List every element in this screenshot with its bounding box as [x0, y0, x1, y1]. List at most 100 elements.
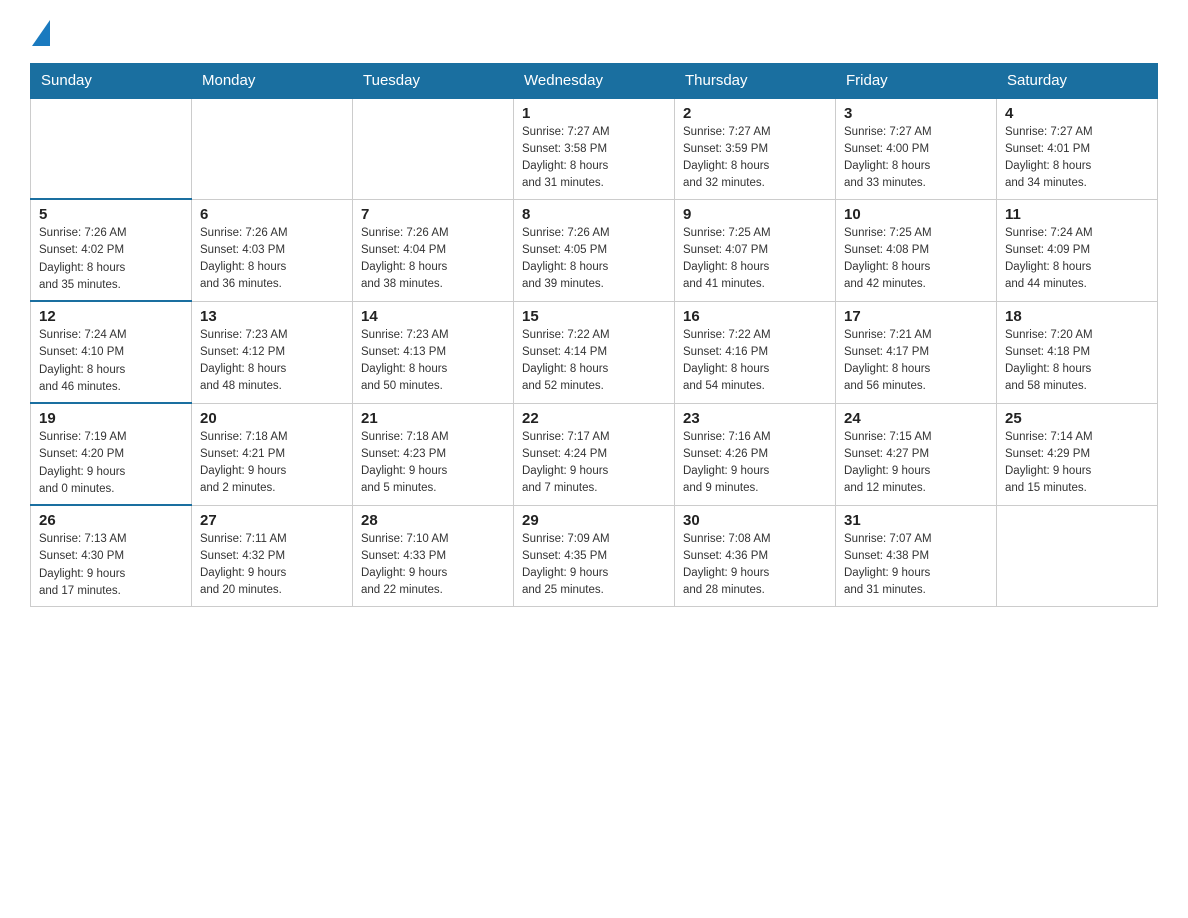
day-info: Sunrise: 7:18 AMSunset: 4:23 PMDaylight:…: [361, 429, 505, 498]
day-cell: 7 Sunrise: 7:26 AMSunset: 4:04 PMDaylight…: [353, 199, 514, 301]
day-info: Sunrise: 7:10 AMSunset: 4:33 PMDaylight:…: [361, 531, 505, 600]
day-cell: 19 Sunrise: 7:19 AMSunset: 4:20 PMDayligh…: [31, 403, 192, 505]
day-info: Sunrise: 7:26 AMSunset: 4:02 PMDaylight:…: [39, 225, 183, 294]
day-number: 1: [522, 105, 666, 122]
day-cell: 3Sunrise: 7:27 AMSunset: 4:00 PMDaylight…: [836, 98, 997, 199]
day-info: Sunrise: 7:26 AMSunset: 4:04 PMDaylight:…: [361, 225, 505, 294]
header-tuesday: Tuesday: [353, 64, 514, 99]
calendar-header-row: SundayMondayTuesdayWednesdayThursdayFrid…: [31, 64, 1158, 99]
day-cell: 9 Sunrise: 7:25 AMSunset: 4:07 PMDaylight…: [675, 199, 836, 301]
day-number: 19: [39, 410, 183, 427]
day-cell: 28 Sunrise: 7:10 AMSunset: 4:33 PMDayligh…: [353, 505, 514, 607]
day-info: Sunrise: 7:23 AMSunset: 4:12 PMDaylight:…: [200, 327, 344, 396]
logo: [30, 20, 50, 53]
day-info: Sunrise: 7:17 AMSunset: 4:24 PMDaylight:…: [522, 429, 666, 498]
day-cell: 2Sunrise: 7:27 AMSunset: 3:59 PMDaylight…: [675, 98, 836, 199]
day-number: 26: [39, 512, 183, 529]
day-cell: 14Sunrise: 7:23 AMSunset: 4:13 PMDayligh…: [353, 301, 514, 403]
calendar-table: SundayMondayTuesdayWednesdayThursdayFrid…: [30, 63, 1158, 607]
day-cell: 12 Sunrise: 7:24 AMSunset: 4:10 PMDayligh…: [31, 301, 192, 403]
day-cell: 15 Sunrise: 7:22 AMSunset: 4:14 PMDayligh…: [514, 301, 675, 403]
day-cell: 31 Sunrise: 7:07 AMSunset: 4:38 PMDayligh…: [836, 505, 997, 607]
day-cell: 26 Sunrise: 7:13 AMSunset: 4:30 PMDayligh…: [31, 505, 192, 607]
day-info: Sunrise: 7:22 AMSunset: 4:16 PMDaylight:…: [683, 327, 827, 396]
day-number: 24: [844, 410, 988, 427]
week-row-1: 1 Sunrise: 7:27 AMSunset: 3:58 PMDaylight…: [31, 98, 1158, 199]
day-number: 22: [522, 410, 666, 427]
day-number: 28: [361, 512, 505, 529]
day-info: Sunrise: 7:14 AMSunset: 4:29 PMDaylight:…: [1005, 429, 1149, 498]
day-cell: 23Sunrise: 7:16 AMSunset: 4:26 PMDayligh…: [675, 403, 836, 505]
day-number: 25: [1005, 410, 1149, 427]
week-row-4: 19 Sunrise: 7:19 AMSunset: 4:20 PMDayligh…: [31, 403, 1158, 505]
day-number: 11: [1005, 206, 1149, 223]
day-info: Sunrise: 7:21 AMSunset: 4:17 PMDaylight:…: [844, 327, 988, 396]
day-cell: 25 Sunrise: 7:14 AMSunset: 4:29 PMDayligh…: [997, 403, 1158, 505]
day-cell: 10 Sunrise: 7:25 AMSunset: 4:08 PMDayligh…: [836, 199, 997, 301]
day-info: Sunrise: 7:18 AMSunset: 4:21 PMDaylight:…: [200, 429, 344, 498]
day-number: 29: [522, 512, 666, 529]
day-info: Sunrise: 7:27 AMSunset: 3:58 PMDaylight:…: [522, 124, 666, 193]
day-cell: 17Sunrise: 7:21 AMSunset: 4:17 PMDayligh…: [836, 301, 997, 403]
day-number: 4: [1005, 105, 1149, 122]
day-number: 13: [200, 308, 344, 325]
day-info: Sunrise: 7:27 AMSunset: 3:59 PMDaylight:…: [683, 124, 827, 193]
day-cell: 21 Sunrise: 7:18 AMSunset: 4:23 PMDayligh…: [353, 403, 514, 505]
header-wednesday: Wednesday: [514, 64, 675, 99]
day-number: 31: [844, 512, 988, 529]
day-cell: 8Sunrise: 7:26 AMSunset: 4:05 PMDaylight…: [514, 199, 675, 301]
day-cell: 5Sunrise: 7:26 AMSunset: 4:02 PMDaylight…: [31, 199, 192, 301]
day-info: Sunrise: 7:20 AMSunset: 4:18 PMDaylight:…: [1005, 327, 1149, 396]
day-cell: 29 Sunrise: 7:09 AMSunset: 4:35 PMDayligh…: [514, 505, 675, 607]
day-number: 10: [844, 206, 988, 223]
day-number: 16: [683, 308, 827, 325]
day-info: Sunrise: 7:25 AMSunset: 4:07 PMDaylight:…: [683, 225, 827, 294]
day-cell: 22 Sunrise: 7:17 AMSunset: 4:24 PMDayligh…: [514, 403, 675, 505]
day-cell: 6 Sunrise: 7:26 AMSunset: 4:03 PMDaylight…: [192, 199, 353, 301]
day-number: 6: [200, 206, 344, 223]
day-cell: 16 Sunrise: 7:22 AMSunset: 4:16 PMDayligh…: [675, 301, 836, 403]
header-sunday: Sunday: [31, 64, 192, 99]
day-number: 27: [200, 512, 344, 529]
day-info: Sunrise: 7:09 AMSunset: 4:35 PMDaylight:…: [522, 531, 666, 600]
day-info: Sunrise: 7:13 AMSunset: 4:30 PMDaylight:…: [39, 531, 183, 600]
header-friday: Friday: [836, 64, 997, 99]
day-info: Sunrise: 7:26 AMSunset: 4:05 PMDaylight:…: [522, 225, 666, 294]
day-info: Sunrise: 7:08 AMSunset: 4:36 PMDaylight:…: [683, 531, 827, 600]
day-cell: 20 Sunrise: 7:18 AMSunset: 4:21 PMDayligh…: [192, 403, 353, 505]
week-row-2: 5Sunrise: 7:26 AMSunset: 4:02 PMDaylight…: [31, 199, 1158, 301]
day-number: 15: [522, 308, 666, 325]
day-info: Sunrise: 7:24 AMSunset: 4:10 PMDaylight:…: [39, 327, 183, 396]
day-number: 18: [1005, 308, 1149, 325]
day-info: Sunrise: 7:22 AMSunset: 4:14 PMDaylight:…: [522, 327, 666, 396]
day-number: 21: [361, 410, 505, 427]
week-row-3: 12 Sunrise: 7:24 AMSunset: 4:10 PMDayligh…: [31, 301, 1158, 403]
day-cell: [31, 98, 192, 199]
day-info: Sunrise: 7:26 AMSunset: 4:03 PMDaylight:…: [200, 225, 344, 294]
day-cell: 18 Sunrise: 7:20 AMSunset: 4:18 PMDayligh…: [997, 301, 1158, 403]
day-cell: 27 Sunrise: 7:11 AMSunset: 4:32 PMDayligh…: [192, 505, 353, 607]
day-number: 20: [200, 410, 344, 427]
day-cell: 24Sunrise: 7:15 AMSunset: 4:27 PMDayligh…: [836, 403, 997, 505]
header: [30, 20, 1158, 53]
day-number: 12: [39, 308, 183, 325]
day-info: Sunrise: 7:23 AMSunset: 4:13 PMDaylight:…: [361, 327, 505, 396]
day-info: Sunrise: 7:11 AMSunset: 4:32 PMDaylight:…: [200, 531, 344, 600]
day-info: Sunrise: 7:25 AMSunset: 4:08 PMDaylight:…: [844, 225, 988, 294]
week-row-5: 26 Sunrise: 7:13 AMSunset: 4:30 PMDayligh…: [31, 505, 1158, 607]
day-info: Sunrise: 7:19 AMSunset: 4:20 PMDaylight:…: [39, 429, 183, 498]
day-number: 9: [683, 206, 827, 223]
logo-triangle-icon: [32, 20, 50, 51]
day-cell: 1 Sunrise: 7:27 AMSunset: 3:58 PMDaylight…: [514, 98, 675, 199]
day-cell: 11Sunrise: 7:24 AMSunset: 4:09 PMDayligh…: [997, 199, 1158, 301]
day-cell: 13 Sunrise: 7:23 AMSunset: 4:12 PMDayligh…: [192, 301, 353, 403]
day-info: Sunrise: 7:27 AMSunset: 4:01 PMDaylight:…: [1005, 124, 1149, 193]
day-number: 7: [361, 206, 505, 223]
day-cell: [353, 98, 514, 199]
day-cell: [997, 505, 1158, 607]
day-info: Sunrise: 7:07 AMSunset: 4:38 PMDaylight:…: [844, 531, 988, 600]
header-saturday: Saturday: [997, 64, 1158, 99]
day-cell: 30Sunrise: 7:08 AMSunset: 4:36 PMDayligh…: [675, 505, 836, 607]
day-cell: [192, 98, 353, 199]
day-number: 3: [844, 105, 988, 122]
